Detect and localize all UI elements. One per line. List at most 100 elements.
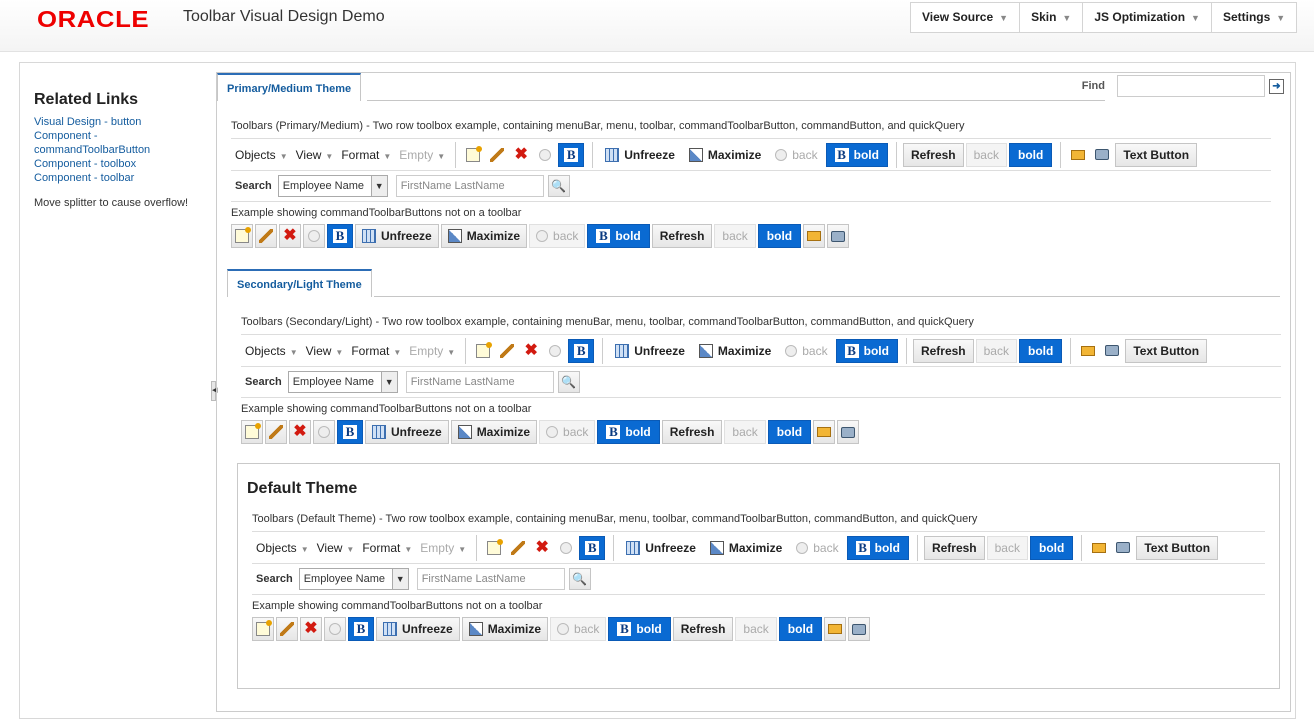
- settings-menu[interactable]: Settings ▼: [1210, 3, 1296, 32]
- menu-objects[interactable]: Objects ▼: [241, 344, 302, 358]
- maximize-button[interactable]: Maximize: [683, 143, 767, 167]
- text-button[interactable]: Text Button: [1125, 338, 1208, 363]
- back-icon-button[interactable]: [544, 339, 566, 363]
- refresh-button[interactable]: Refresh: [651, 224, 713, 248]
- camera-button[interactable]: [1112, 536, 1134, 560]
- find-input[interactable]: [1117, 75, 1265, 97]
- link-component-toolbar[interactable]: Component - toolbar: [34, 171, 214, 185]
- bold-button[interactable]: Bbold: [825, 142, 888, 167]
- maximize-button[interactable]: Maximize: [440, 224, 528, 248]
- edit-button[interactable]: [276, 617, 298, 641]
- new-note-button[interactable]: [483, 536, 505, 560]
- view-source-menu[interactable]: View Source ▼: [911, 3, 1019, 32]
- back-text-button[interactable]: back: [965, 142, 1007, 167]
- link-component-toolbox[interactable]: Component - toolbox: [34, 157, 214, 171]
- edit-button[interactable]: [486, 143, 508, 167]
- back-icon-button[interactable]: [534, 143, 556, 167]
- unfreeze-button[interactable]: Unfreeze: [609, 339, 691, 363]
- back-text-button[interactable]: back: [986, 535, 1028, 560]
- back-icon-button[interactable]: [555, 536, 577, 560]
- menu-empty[interactable]: Empty ▼: [405, 344, 459, 358]
- bold-text-button[interactable]: bold: [1018, 338, 1063, 363]
- maximize-button[interactable]: Maximize: [704, 536, 788, 560]
- refresh-button[interactable]: Refresh: [912, 338, 974, 363]
- quick-query-input[interactable]: FirstName LastName: [395, 175, 544, 197]
- delete-button[interactable]: ✖: [520, 339, 542, 363]
- edit-button[interactable]: [496, 339, 518, 363]
- bold-text-button[interactable]: bold: [1029, 535, 1074, 560]
- bold-button[interactable]: Bbold: [587, 224, 650, 248]
- mail-button[interactable]: [824, 617, 847, 641]
- menu-format[interactable]: Format ▼: [337, 148, 395, 162]
- bold-text-button[interactable]: bold: [1008, 142, 1053, 167]
- delete-button[interactable]: ✖: [289, 420, 311, 444]
- search-icon[interactable]: 🔍: [547, 175, 570, 197]
- back-icon-button[interactable]: [324, 617, 346, 641]
- back-button[interactable]: back: [790, 536, 844, 560]
- back-icon-button[interactable]: [313, 420, 335, 444]
- skin-menu[interactable]: Skin ▼: [1019, 3, 1082, 32]
- find-go-icon[interactable]: ➜: [1269, 78, 1284, 94]
- js-optimization-menu[interactable]: JS Optimization ▼: [1082, 3, 1211, 32]
- bold-button[interactable]: Bbold: [597, 420, 660, 444]
- menu-format[interactable]: Format ▼: [358, 541, 416, 555]
- tab-primary-medium-theme[interactable]: Primary/Medium Theme: [217, 73, 362, 101]
- link-visual-design-button[interactable]: Visual Design - button: [34, 115, 214, 129]
- delete-button[interactable]: ✖: [279, 224, 301, 248]
- bold-icon-button[interactable]: B: [337, 420, 363, 444]
- camera-button[interactable]: [1101, 339, 1123, 363]
- bold-text-button[interactable]: bold: [767, 420, 812, 444]
- link-component-commandtoolbarbutton[interactable]: Component - commandToolbarButton: [34, 129, 214, 157]
- refresh-button[interactable]: Refresh: [661, 420, 723, 444]
- delete-button[interactable]: ✖: [510, 143, 532, 167]
- back-button[interactable]: back: [769, 143, 823, 167]
- edit-button[interactable]: [265, 420, 287, 444]
- text-button[interactable]: Text Button: [1115, 142, 1198, 167]
- back-text-button[interactable]: back: [714, 224, 756, 248]
- search-icon[interactable]: 🔍: [557, 371, 580, 393]
- new-note-button[interactable]: [231, 224, 253, 248]
- camera-button[interactable]: [848, 617, 871, 641]
- maximize-button[interactable]: Maximize: [693, 339, 777, 363]
- back-text-button[interactable]: back: [735, 617, 777, 641]
- back-button[interactable]: back: [779, 339, 833, 363]
- back-button[interactable]: back: [539, 420, 596, 444]
- mail-button[interactable]: [813, 420, 836, 444]
- bold-button[interactable]: Bbold: [608, 617, 671, 641]
- unfreeze-button[interactable]: Unfreeze: [376, 617, 460, 641]
- refresh-button[interactable]: Refresh: [672, 617, 734, 641]
- mail-button[interactable]: [1088, 536, 1110, 560]
- bold-icon-button[interactable]: B: [579, 535, 606, 560]
- back-button[interactable]: back: [550, 617, 607, 641]
- bold-icon-button[interactable]: B: [327, 224, 353, 248]
- mail-button[interactable]: [1077, 339, 1099, 363]
- search-criteria-select[interactable]: Employee Name ▼: [277, 175, 388, 197]
- camera-button[interactable]: [837, 420, 860, 444]
- maximize-button[interactable]: Maximize: [450, 420, 538, 444]
- menu-view[interactable]: View ▼: [313, 541, 359, 555]
- new-note-button[interactable]: [462, 143, 484, 167]
- search-criteria-select[interactable]: Employee Name ▼: [287, 371, 398, 393]
- maximize-button[interactable]: Maximize: [461, 617, 549, 641]
- edit-button[interactable]: [507, 536, 529, 560]
- unfreeze-button[interactable]: Unfreeze: [355, 224, 439, 248]
- search-icon[interactable]: 🔍: [568, 568, 591, 590]
- bold-icon-button[interactable]: B: [348, 617, 374, 641]
- back-text-button[interactable]: back: [975, 338, 1017, 363]
- bold-icon-button[interactable]: B: [568, 338, 595, 363]
- menu-empty[interactable]: Empty ▼: [395, 148, 449, 162]
- bold-button[interactable]: Bbold: [835, 338, 898, 363]
- back-icon-button[interactable]: [303, 224, 325, 248]
- back-button[interactable]: back: [529, 224, 586, 248]
- unfreeze-button[interactable]: Unfreeze: [365, 420, 449, 444]
- menu-objects[interactable]: Objects ▼: [252, 541, 313, 555]
- menu-view[interactable]: View ▼: [292, 148, 338, 162]
- refresh-button[interactable]: Refresh: [923, 535, 985, 560]
- bold-button[interactable]: Bbold: [846, 535, 909, 560]
- new-note-button[interactable]: [472, 339, 494, 363]
- bold-text-button[interactable]: bold: [757, 224, 802, 248]
- bold-text-button[interactable]: bold: [778, 617, 823, 641]
- quick-query-input[interactable]: FirstName LastName: [405, 371, 554, 393]
- back-text-button[interactable]: back: [724, 420, 766, 444]
- mail-button[interactable]: [1067, 143, 1089, 167]
